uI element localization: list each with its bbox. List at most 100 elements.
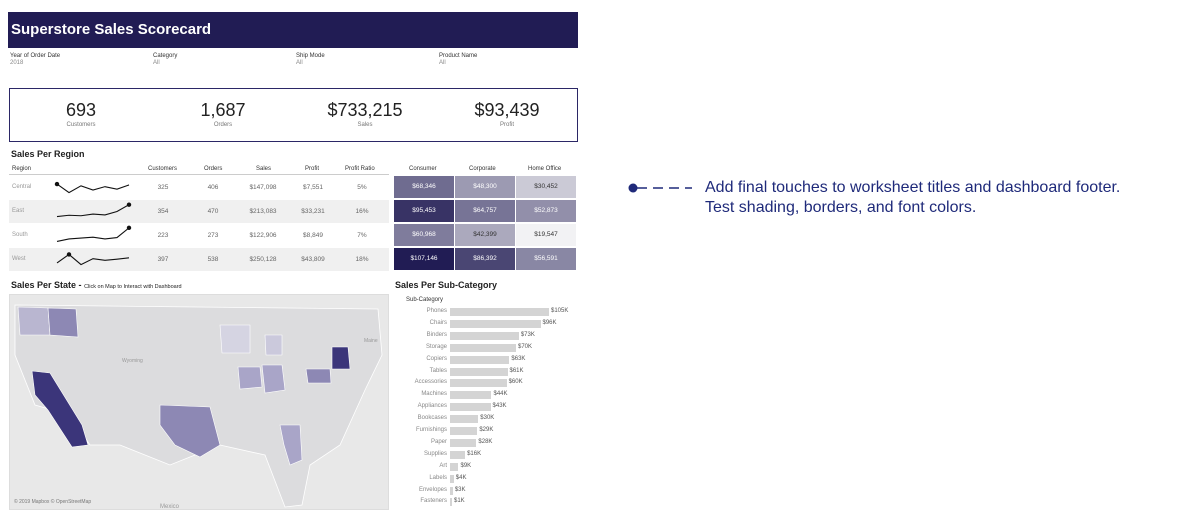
sparkline-max-dot <box>126 202 132 207</box>
segment-heat-cell[interactable]: $107,146 <box>394 248 454 270</box>
subcategory-value-label: $28K <box>478 438 493 445</box>
state-pennsylvania[interactable] <box>305 368 332 384</box>
sparkline-line <box>56 183 130 194</box>
subcategory-label: Tables <box>429 367 447 374</box>
region-cell-ratio: 16% <box>355 208 369 215</box>
segment-heat-cell[interactable]: $86,392 <box>455 248 515 270</box>
subcategory-bar[interactable] <box>450 462 459 471</box>
col-header-home-office: Home Office <box>528 166 562 172</box>
subcategory-value-label: $1K <box>454 498 465 505</box>
region-section-title: Sales Per Region <box>11 149 85 159</box>
segment-heat-cell[interactable]: $95,453 <box>394 200 454 222</box>
state-washington[interactable] <box>17 306 51 336</box>
segment-heat-cell[interactable]: $56,591 <box>516 248 576 270</box>
us-state-map[interactable]: Wyoming Maine Mexico © 2019 Mapbox © Ope… <box>9 294 389 510</box>
segment-heat-cell[interactable]: $19,547 <box>516 224 576 246</box>
region-row[interactable]: Central 325 406 $147,098 $7,551 5% <box>9 176 389 199</box>
subcategory-value-label: $60K <box>508 379 523 386</box>
segment-heat-cell[interactable]: $52,873 <box>516 200 576 222</box>
kpi-value: 1,687 <box>200 100 246 120</box>
region-row[interactable]: South 223 273 $122,906 $8,849 7% <box>9 224 389 247</box>
filter-value: 2018 <box>10 60 24 66</box>
subcategory-bar[interactable] <box>450 427 478 435</box>
state-section-title: Sales Per State - Click on Map to Intera… <box>11 280 182 290</box>
segment-heat-cell[interactable]: $64,757 <box>455 200 515 222</box>
state-minnesota-region[interactable] <box>219 324 251 354</box>
region-cell-ratio: 5% <box>357 184 367 191</box>
subcategory-label: Fasteners <box>420 498 447 505</box>
state-ohio-region[interactable] <box>261 364 286 394</box>
subcategory-label: Paper <box>430 438 447 445</box>
subcategory-value-label: $3K <box>454 486 466 493</box>
subcategory-label: Envelopes <box>418 486 447 493</box>
kpi-customers: 693 Customers <box>10 100 152 128</box>
segment-heat-cell[interactable]: $42,399 <box>455 224 515 246</box>
map-label-mexico: Mexico <box>160 504 180 510</box>
subcategory-bar[interactable] <box>450 486 453 495</box>
region-cell-orders: 406 <box>207 184 219 191</box>
kpi-value: 693 <box>65 100 97 120</box>
state-idaho-region[interactable] <box>47 307 79 338</box>
region-cell-profit: $7,551 <box>303 184 323 191</box>
subcategory-bar[interactable] <box>450 474 454 483</box>
annotation-connector <box>628 183 692 193</box>
region-name: East <box>12 208 25 214</box>
region-cell-profit: $33,231 <box>301 208 325 215</box>
filter-label: Product Name <box>439 53 478 59</box>
subcategory-bar[interactable] <box>450 367 508 376</box>
filter-ship-mode[interactable]: Ship Mode All <box>296 53 325 67</box>
segment-heat-cell[interactable]: $30,452 <box>516 176 576 198</box>
col-header-orders: Orders <box>204 166 223 172</box>
filter-category[interactable]: Category All <box>153 53 177 67</box>
subcategory-label: Phones <box>426 308 447 314</box>
subcategory-bar[interactable] <box>450 450 466 459</box>
subcategory-bar[interactable] <box>450 415 479 424</box>
kpi-panel: 693 Customers 1,687 Orders $733,215 Sale… <box>9 88 578 142</box>
subcategory-bar[interactable] <box>450 403 491 412</box>
region-row[interactable]: East 354 470 $213,083 $33,231 16% <box>9 200 389 223</box>
subcategory-bar[interactable] <box>450 308 549 316</box>
region-cell-orders: 470 <box>207 208 219 215</box>
col-header-corporate: Corporate <box>469 166 496 172</box>
segment-heat-cell[interactable]: $68,346 <box>394 176 454 198</box>
state-subtitle: Click on Map to Interact with Dashboard <box>84 284 182 290</box>
subcategory-bar[interactable] <box>450 391 492 400</box>
subcategory-value-label: $70K <box>518 343 533 350</box>
filter-product-name[interactable]: Product Name All <box>439 53 477 67</box>
region-cell-ratio: 7% <box>357 232 367 239</box>
region-sparkline <box>56 202 132 218</box>
region-cell-sales: $147,098 <box>249 184 277 191</box>
region-sparkline <box>56 252 130 266</box>
region-cell-sales: $213,083 <box>249 208 277 215</box>
col-header-consumer: Consumer <box>409 166 437 172</box>
subcategory-bar[interactable] <box>450 331 519 340</box>
region-name: South <box>12 232 28 238</box>
col-header-customers: Customers <box>148 166 178 172</box>
state-title-text: Sales Per State - <box>11 280 82 290</box>
state-illinois[interactable] <box>237 366 263 390</box>
subcategory-bar[interactable] <box>450 319 541 328</box>
state-new-york[interactable] <box>331 346 351 370</box>
region-cell-sales: $250,128 <box>249 256 277 263</box>
region-row[interactable]: West 397 538 $250,128 $43,809 18% <box>9 248 389 271</box>
subcategory-bar[interactable] <box>450 343 516 352</box>
col-header-profit-ratio: Profit Ratio <box>345 166 375 172</box>
subcategory-section-title: Sales Per Sub-Category <box>395 280 498 290</box>
kpi-profit: $93,439 Profit <box>436 100 578 128</box>
kpi-orders: 1,687 Orders <box>152 100 294 128</box>
region-cell-profit: $8,849 <box>303 232 323 239</box>
segment-heat-cell[interactable]: $60,968 <box>394 224 454 246</box>
state-michigan-region[interactable] <box>264 334 283 356</box>
region-cell-customers: 354 <box>157 208 169 215</box>
segment-heat-cell[interactable]: $48,300 <box>455 176 515 198</box>
page: Superstore Sales Scorecard Year of Order… <box>0 0 1178 525</box>
kpi-sales: $733,215 Sales <box>294 100 436 128</box>
subcategory-bar[interactable] <box>450 438 477 447</box>
subcategory-bar[interactable] <box>450 355 510 364</box>
region-cell-ratio: 18% <box>355 256 369 263</box>
subcategory-bar[interactable] <box>450 379 507 388</box>
sparkline-max-dot <box>54 181 60 187</box>
subcategory-label: Machines <box>421 391 447 398</box>
subcategory-bar[interactable] <box>450 498 452 507</box>
filter-year[interactable]: Year of Order Date 2018 <box>10 53 60 67</box>
